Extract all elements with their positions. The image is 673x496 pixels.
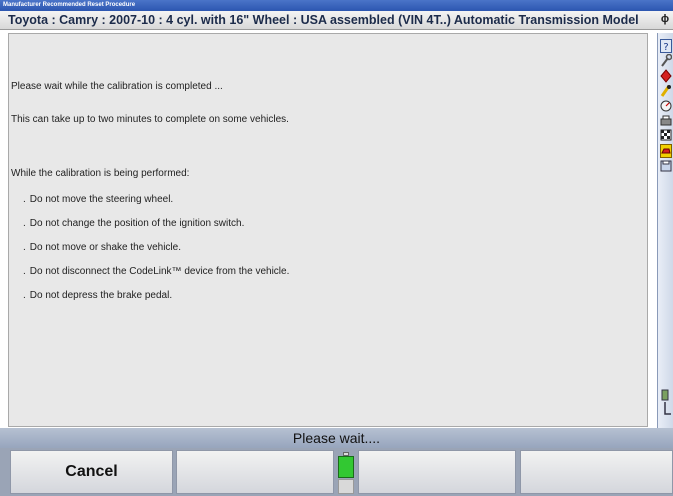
window-title: Manufacturer Recommended Reset Procedure [0,0,673,11]
car-icon[interactable] [660,144,672,158]
list-item: . Do not change the position of the ignit… [23,218,245,229]
button-bar: Cancel [0,448,673,496]
wait-message: Please wait while the calibration is com… [11,81,223,92]
activity-indicator [338,452,354,494]
softkey-2-button[interactable] [176,450,334,494]
indicator-base [338,479,354,494]
status-prompt: Please wait.... [0,428,673,448]
list-item: . Do not depress the brake pedal. [23,290,173,301]
softkey-3-button[interactable] [358,450,516,494]
instruction-panel: Please wait while the calibration is com… [8,33,648,427]
vehicle-description: Toyota : Camry : 2007-10 : 4 cyl. with 1… [8,13,639,27]
instructions-heading: While the calibration is being performed… [11,168,190,179]
wrench-icon[interactable] [660,53,673,68]
red-diamond-icon[interactable] [660,69,672,83]
save-icon[interactable] [660,159,672,173]
right-toolbar: ? [657,33,673,435]
softkey-4-button[interactable] [520,450,673,494]
printer-icon[interactable] [660,114,672,128]
list-item: . Do not disconnect the CodeLink™ device … [23,266,290,277]
help-icon[interactable]: ? [660,39,672,53]
vehicle-bar: Toyota : Camry : 2007-10 : 4 cyl. with 1… [0,11,673,30]
checkered-flag-icon[interactable] [660,129,672,143]
duration-message: This can take up to two minutes to compl… [11,114,289,125]
list-item: . Do not move or shake the vehicle. [23,242,181,253]
yellow-tool-icon[interactable] [660,84,672,98]
vehicle-info-icon[interactable]: ϕ [659,12,671,26]
gauge-icon[interactable] [660,99,672,113]
list-item: . Do not move the steering wheel. [23,194,174,205]
connector-icon[interactable] [660,388,672,415]
indicator-light [338,456,354,478]
svg-text:?: ? [663,42,668,53]
cancel-button[interactable]: Cancel [10,450,173,494]
